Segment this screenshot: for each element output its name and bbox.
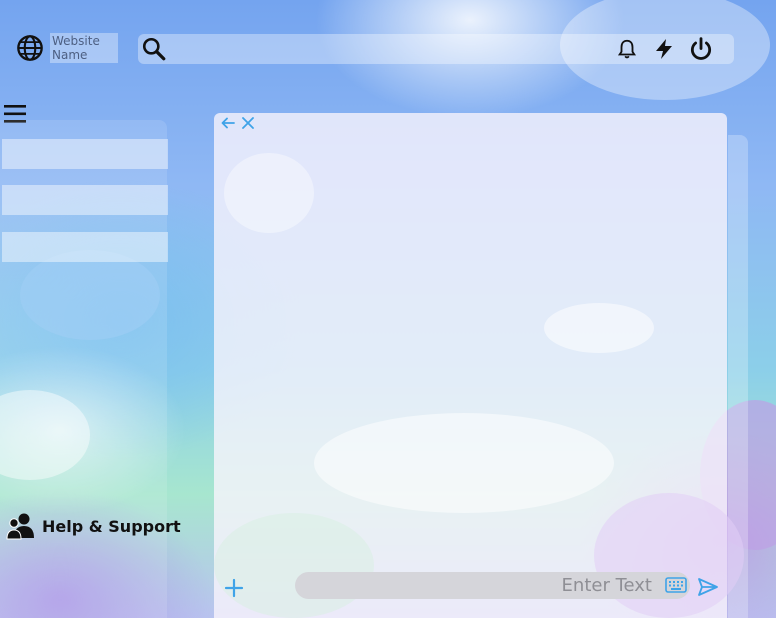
site-brand[interactable]: Website Name (16, 33, 118, 63)
search-icon[interactable] (141, 36, 167, 62)
help-support-link[interactable]: Help & Support (6, 512, 181, 540)
people-icon (6, 513, 34, 540)
sidebar-item-3[interactable] (2, 232, 168, 262)
back-arrow-icon[interactable] (220, 115, 236, 131)
help-support-label: Help & Support (42, 516, 181, 536)
sidebar-item-1[interactable] (2, 139, 168, 169)
sidebar-item-2[interactable] (2, 185, 168, 215)
message-input-wrapper (295, 572, 690, 599)
search-bar[interactable] (138, 34, 734, 64)
lightning-icon[interactable] (652, 36, 676, 62)
plus-icon[interactable] (224, 578, 244, 598)
power-icon[interactable] (688, 36, 714, 62)
bell-icon[interactable] (616, 36, 638, 62)
chat-panel (214, 113, 744, 618)
send-icon[interactable] (697, 577, 719, 597)
keyboard-icon[interactable] (665, 577, 687, 593)
site-name: Website Name (50, 33, 118, 63)
message-input[interactable] (295, 572, 660, 599)
globe-icon (17, 35, 43, 61)
close-icon[interactable] (240, 115, 256, 131)
